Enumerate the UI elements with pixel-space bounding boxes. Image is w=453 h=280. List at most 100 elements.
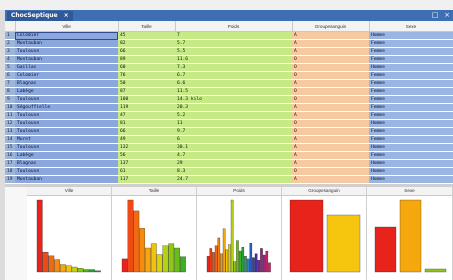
table-row[interactable]: 4 Montauban 89 11.6 O Femme — [5, 55, 453, 64]
cell-groupesanguin[interactable]: O — [292, 127, 369, 136]
tab-chocseptique[interactable]: ChocSeptique × — [7, 11, 73, 21]
chart-bar[interactable] — [156, 254, 163, 273]
cell-sexe[interactable]: Femme — [369, 55, 453, 64]
table-row[interactable]: 10 Ségouffielle 119 20.3 A Femme — [5, 103, 453, 112]
chart-bar[interactable] — [121, 258, 128, 273]
chart-bar[interactable] — [230, 199, 234, 273]
cell-groupesanguin[interactable]: O — [292, 167, 369, 176]
chart-bar[interactable] — [424, 268, 447, 273]
row-index[interactable]: 15 — [5, 143, 15, 152]
chart-bar[interactable] — [54, 259, 61, 273]
chart-bar[interactable] — [238, 250, 242, 273]
chart-bar[interactable] — [212, 252, 215, 273]
row-index[interactable]: 4 — [5, 55, 15, 64]
table-row[interactable]: 14 Muret 49 6 A Femme — [5, 135, 453, 144]
chart-bar[interactable] — [42, 251, 49, 273]
cell-groupesanguin[interactable]: A — [292, 135, 369, 144]
cell-sexe[interactable]: Homme — [369, 175, 453, 184]
cell-ville[interactable]: Muret — [15, 135, 118, 144]
table-row[interactable]: 2 Montauban 82 5.7 A Femme — [5, 39, 453, 48]
cell-groupesanguin[interactable]: A — [292, 79, 369, 88]
chart-bar[interactable] — [180, 256, 186, 273]
table-row[interactable]: 15 Toulouse 132 30.1 A Homme — [5, 143, 453, 152]
tab-close-icon[interactable]: × — [64, 12, 69, 19]
cell-ville[interactable]: Montauban — [15, 39, 118, 48]
grid-header-index[interactable] — [5, 21, 16, 32]
cell-sexe[interactable]: Femme — [369, 87, 453, 96]
cell-taille[interactable]: 76 — [118, 71, 175, 80]
cell-groupesanguin[interactable]: A — [292, 175, 369, 184]
cell-poids[interactable]: 5.5 — [175, 47, 292, 56]
chart-bar[interactable] — [220, 253, 223, 273]
cell-sexe[interactable]: Femme — [369, 47, 453, 56]
row-index[interactable]: 1 — [5, 31, 15, 40]
grid-header-taille[interactable]: Taille — [118, 21, 176, 32]
chart-bar[interactable] — [139, 228, 146, 273]
chart-bar[interactable] — [246, 258, 250, 273]
chart-bar[interactable] — [254, 253, 258, 273]
cell-poids[interactable]: 11.6 — [175, 55, 292, 64]
cell-taille[interactable]: 66 — [118, 47, 175, 56]
cell-ville[interactable]: Toulouse — [15, 95, 118, 104]
data-grid[interactable]: Ville Taille Poids Groupesanguin Sexe 1C… — [5, 21, 453, 184]
chart-bar[interactable] — [225, 249, 229, 273]
cell-sexe[interactable]: Femme — [369, 71, 453, 80]
chart-bar[interactable] — [262, 254, 266, 273]
cell-taille[interactable]: 82 — [118, 39, 175, 48]
cell-taille[interactable]: 45 — [118, 31, 175, 40]
cell-sexe[interactable]: Femme — [369, 135, 453, 144]
row-index[interactable]: 7 — [5, 79, 15, 88]
row-index[interactable]: 18 — [5, 167, 15, 176]
chart-bar[interactable] — [241, 246, 245, 273]
cell-sexe[interactable]: Femme — [369, 103, 453, 112]
chart-bar[interactable] — [174, 247, 180, 273]
cell-poids[interactable]: 8.3 — [175, 167, 292, 176]
row-index[interactable]: 2 — [5, 39, 15, 48]
row-index[interactable]: 19 — [5, 175, 15, 184]
cell-groupesanguin[interactable]: O — [292, 63, 369, 72]
row-index[interactable]: 12 — [5, 119, 15, 128]
row-index[interactable]: 3 — [5, 47, 15, 56]
row-index[interactable]: 6 — [5, 71, 15, 80]
table-row[interactable]: 11 Toulouse 47 5.2 A Femme — [5, 111, 453, 120]
chart-bar[interactable] — [326, 214, 361, 273]
table-row[interactable]: 6 Colomier 76 6.7 O Femme — [5, 71, 453, 80]
cell-taille[interactable]: 117 — [118, 175, 175, 184]
chart-bar[interactable] — [145, 247, 151, 273]
cell-ville[interactable]: Gaillac — [15, 63, 118, 72]
cell-groupesanguin[interactable]: O — [292, 55, 369, 64]
cell-poids[interactable]: 6 — [175, 135, 292, 144]
chart-bar[interactable] — [162, 245, 169, 273]
table-row[interactable]: 18 Toulouse 61 8.3 O Homme — [5, 167, 453, 176]
chart-bar[interactable] — [133, 210, 140, 273]
chart-bar[interactable] — [209, 248, 213, 273]
cell-ville[interactable]: Blagnac — [15, 79, 118, 88]
chart-bar[interactable] — [77, 268, 84, 273]
row-index[interactable]: 16 — [5, 151, 15, 160]
cell-taille[interactable]: 81 — [118, 119, 175, 128]
cell-sexe[interactable]: Femme — [369, 95, 453, 104]
table-row[interactable]: 8 Labège 87 11.5 O Femme — [5, 87, 453, 96]
cell-groupesanguin[interactable]: A — [292, 159, 369, 168]
cell-poids[interactable]: 7.3 — [175, 63, 292, 72]
cell-taille[interactable]: 137 — [118, 159, 175, 168]
cell-ville[interactable]: Colomier — [15, 31, 118, 40]
cell-taille[interactable]: 56 — [118, 151, 175, 160]
cell-groupesanguin[interactable]: A — [292, 151, 369, 160]
grid-header-ville[interactable]: Ville — [15, 21, 119, 32]
cell-groupesanguin[interactable]: A — [292, 143, 369, 152]
grid-header-groupesanguin[interactable]: Groupesanguin — [292, 21, 370, 32]
chart-bar[interactable] — [214, 245, 218, 273]
table-row[interactable]: 13 Toulouse 66 9.7 O Femme — [5, 127, 453, 136]
chart-bar[interactable] — [252, 257, 255, 273]
cell-taille[interactable]: 60 — [118, 63, 175, 72]
cell-ville[interactable]: Toulouse — [15, 119, 118, 128]
row-index[interactable]: 17 — [5, 159, 15, 168]
cell-groupesanguin[interactable]: O — [292, 95, 369, 104]
chart-bar[interactable] — [249, 243, 253, 273]
chart-bar[interactable] — [257, 260, 261, 273]
grid-header-sexe[interactable]: Sexe — [369, 21, 453, 32]
cell-sexe[interactable]: Homme — [369, 143, 453, 152]
cell-ville[interactable]: Labège — [15, 87, 118, 96]
chart-bar[interactable] — [268, 262, 271, 273]
